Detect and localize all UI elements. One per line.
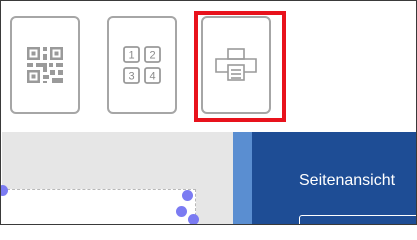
grid-cell-2: 2 [149, 50, 155, 62]
qr-code-icon [27, 47, 63, 83]
resize-handle[interactable] [176, 206, 187, 217]
grid-cell-1: 1 [128, 50, 134, 62]
print-icon [215, 48, 257, 81]
grid-cell-4: 4 [149, 71, 155, 83]
toolbar: 1 2 3 4 [2, 2, 416, 132]
panel-edge [233, 132, 252, 224]
app-frame: 1 2 3 4 Seitenansicht [0, 0, 417, 225]
print-button[interactable] [201, 16, 271, 114]
qr-code-button[interactable] [10, 16, 80, 114]
grid-cell-3: 3 [128, 71, 134, 83]
panel-field[interactable] [299, 215, 416, 224]
resize-handle[interactable] [1, 185, 8, 196]
resize-handle[interactable] [182, 190, 193, 201]
layout-grid-button[interactable]: 1 2 3 4 [107, 16, 177, 114]
workspace: Seitenansicht [1, 132, 416, 224]
resize-handle[interactable] [188, 214, 199, 224]
page-canvas[interactable] [1, 185, 199, 224]
preview-panel: Seitenansicht [233, 132, 416, 224]
panel-title: Seitenansicht [299, 172, 396, 189]
grid-numbers-icon: 1 2 3 4 [123, 46, 161, 84]
